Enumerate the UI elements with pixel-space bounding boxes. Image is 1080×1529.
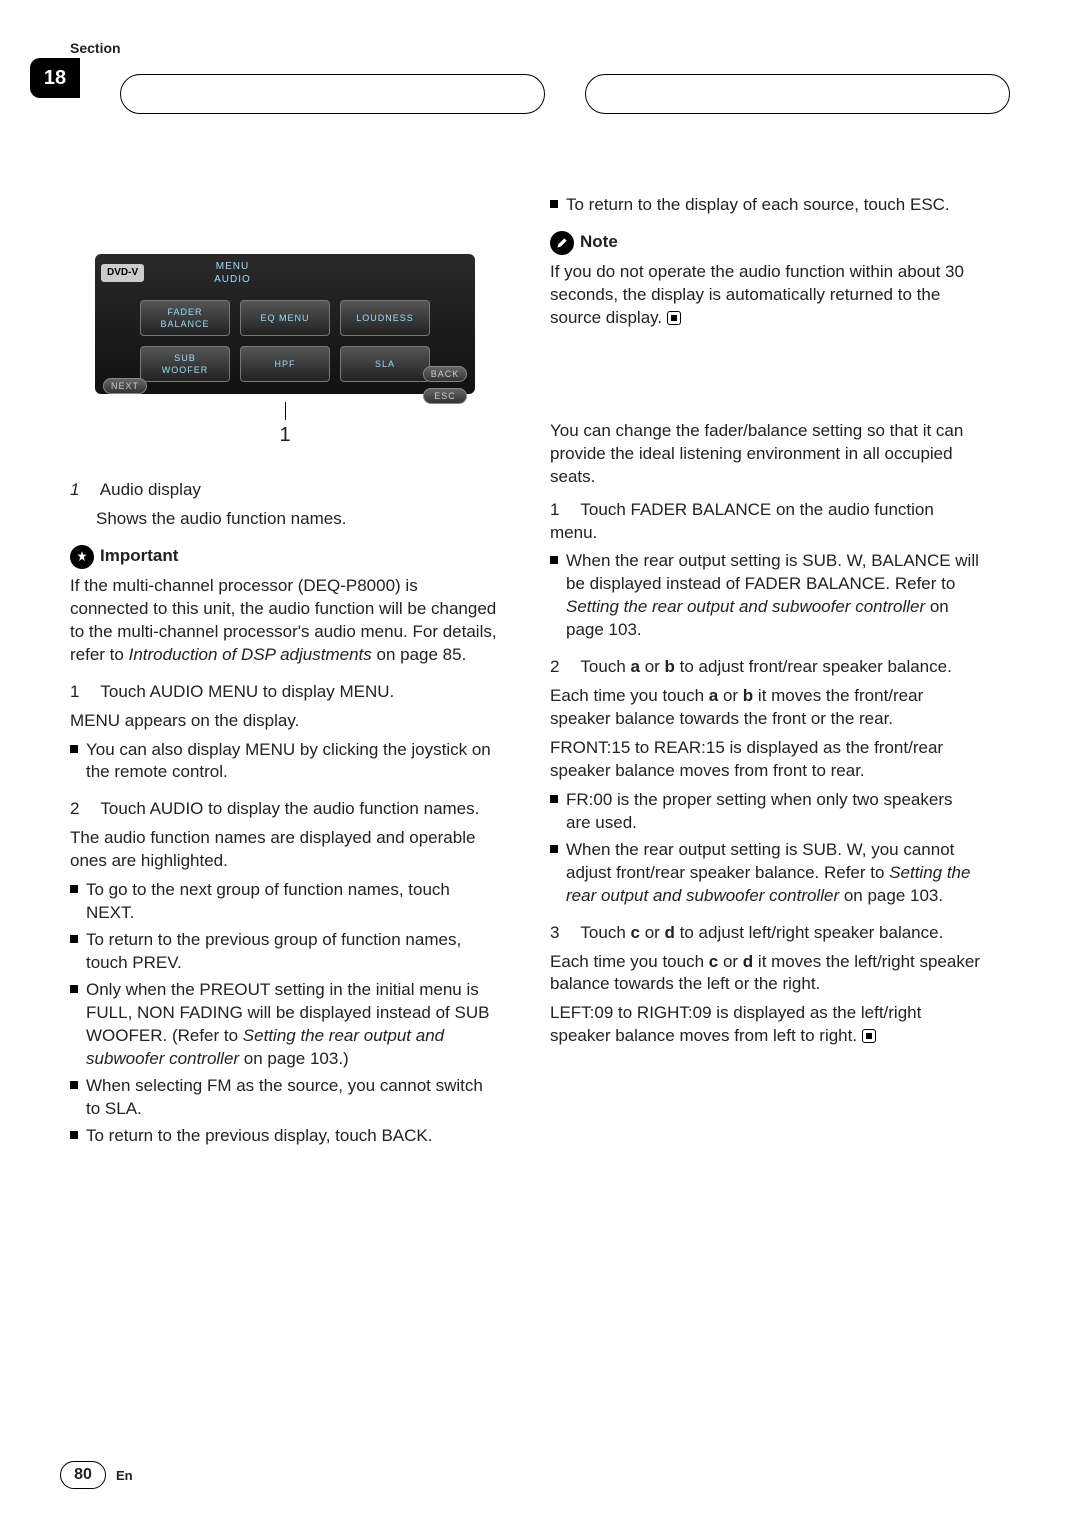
eq-menu-button[interactable]: EQ MENU [240,300,330,336]
bullet-icon [70,1081,78,1089]
step2-text: Touch AUDIO to display the audio functio… [100,799,479,818]
step1-sub: MENU appears on the display. [70,710,500,733]
note-text: If you do not operate the audio function… [550,261,980,330]
language-code: En [116,1468,133,1483]
callout-number: 1 [70,422,500,449]
note-label: Note [580,231,618,254]
bullet-icon [550,556,558,564]
bullet-fm: When selecting FM as the source, you can… [86,1075,500,1121]
step2-sub: The audio function names are displayed a… [70,827,500,873]
left-column: DVD-V MENU AUDIO FADER BALANCE EQ MENU L… [70,194,500,1152]
section-number-tab: 18 [30,58,80,98]
r-step2-text: Touch a or b to adjust front/rear speake… [580,657,951,676]
callout-tick [285,402,286,420]
end-mark-icon [862,1029,876,1043]
caption-title: Audio display [100,480,201,499]
next-button[interactable]: NEXT [103,378,147,394]
important-text: If the multi-channel processor (DEQ-P800… [70,575,500,667]
bullet-icon [70,1131,78,1139]
r-step1-text: Touch FADER BALANCE on the audio functio… [550,500,934,542]
r-step2-range: FRONT:15 to REAR:15 is displayed as the … [550,737,980,783]
r-step1-number: 1 [550,499,576,522]
page-number: 80 [60,1461,106,1489]
step1-bullet: You can also display MENU by clicking th… [86,739,500,785]
audio-menu-screenshot: DVD-V MENU AUDIO FADER BALANCE EQ MENU L… [95,254,475,394]
bullet-icon [550,795,558,803]
r-step3-sub: Each time you touch c or d it moves the … [550,951,980,997]
step2-number: 2 [70,798,96,821]
r-step2-number: 2 [550,656,576,679]
section-label: Section [70,40,1010,56]
header-lozenge-left [120,74,545,114]
back-button[interactable]: BACK [423,366,467,382]
r-step2-b2: When the rear output setting is SUB. W, … [566,839,980,908]
loudness-button[interactable]: LOUDNESS [340,300,430,336]
bullet-icon [70,985,78,993]
esc-button[interactable]: ESC [423,388,467,404]
header-lozenge-right [585,74,1010,114]
caption-desc: Shows the audio function names. [96,508,500,531]
note-icon [550,231,574,255]
r-step3-text: Touch c or d to adjust left/right speake… [580,923,943,942]
r-step3-number: 3 [550,922,576,945]
caption-number: 1 [70,479,96,502]
step1-text: Touch AUDIO MENU to display MENU. [100,682,394,701]
bullet-icon [70,885,78,893]
end-mark-icon [667,311,681,325]
r-step2-sub: Each time you touch a or b it moves the … [550,685,980,731]
header-lozenges [120,74,1010,114]
step1-number: 1 [70,681,96,704]
bullet-preout: Only when the PREOUT setting in the init… [86,979,500,1071]
r-step1-bullet: When the rear output setting is SUB. W, … [566,550,980,642]
menu-title: MENU AUDIO [214,260,251,287]
bullet-esc: To return to the display of each source,… [566,194,950,217]
sub-woofer-button[interactable]: SUB WOOFER [140,346,230,382]
fader-balance-button[interactable]: FADER BALANCE [140,300,230,336]
page-footer: 80 En [60,1461,133,1489]
right-column: To return to the display of each source,… [550,194,980,1152]
r-step2-b1: FR:00 is the proper setting when only tw… [566,789,980,835]
sla-button[interactable]: SLA [340,346,430,382]
bullet-icon [70,745,78,753]
balance-intro: You can change the fader/balance setting… [550,420,980,489]
bullet-back: To return to the previous display, touch… [86,1125,432,1148]
important-label: Important [100,545,178,568]
bullet-icon [550,200,558,208]
bullet-next: To go to the next group of function name… [86,879,500,925]
r-step3-range: LEFT:09 to RIGHT:09 is displayed as the … [550,1002,980,1048]
hpf-button[interactable]: HPF [240,346,330,382]
dvd-badge: DVD-V [101,264,144,282]
important-icon [70,545,94,569]
bullet-icon [550,845,558,853]
bullet-prev: To return to the previous group of funct… [86,929,500,975]
bullet-icon [70,935,78,943]
